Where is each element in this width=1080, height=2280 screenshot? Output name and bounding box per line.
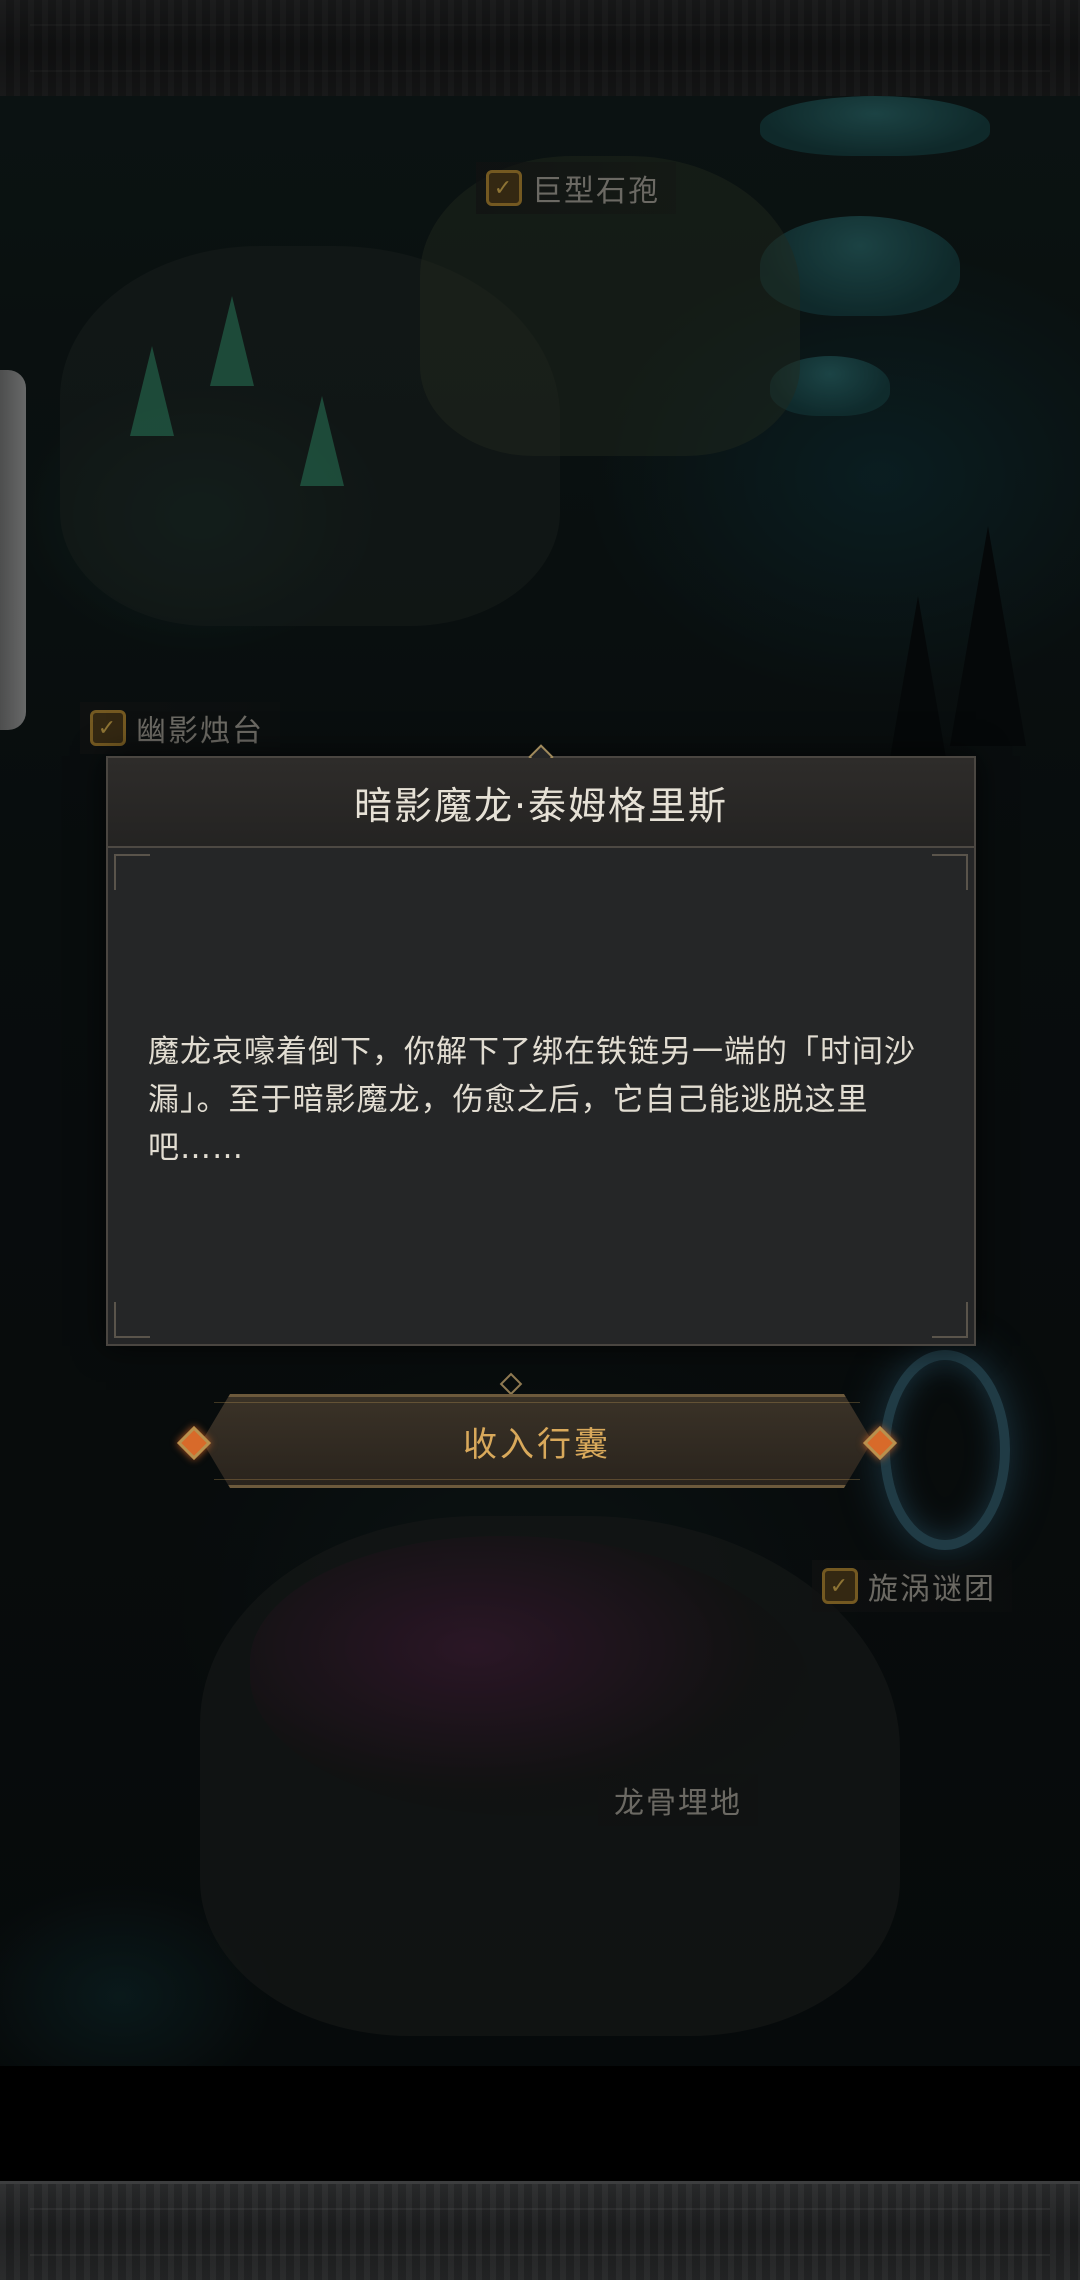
gem-icon: [177, 1426, 211, 1460]
game-screen: ✓ 巨型石孢 ✓ 幽影烛台 ✓ 旋涡谜团 龙骨埋地 暗影魔龙·泰姆格里斯 魔龙哀…: [0, 0, 1080, 2280]
put-in-bag-button[interactable]: 收入行囊: [174, 1394, 900, 1488]
corner-ornament: [932, 854, 968, 890]
bottom-ornate-bar: [0, 2181, 1080, 2280]
bottom-black-band: [0, 2066, 1080, 2184]
event-dialog: 暗影魔龙·泰姆格里斯 魔龙哀嚎着倒下，你解下了绑在铁链另一端的「时间沙漏」。至于…: [106, 744, 976, 1346]
button-label: 收入行囊: [463, 1424, 611, 1465]
dialog-body-text: 魔龙哀嚎着倒下，你解下了绑在铁链另一端的「时间沙漏」。至于暗影魔龙，伤愈之后，它…: [148, 1034, 916, 1166]
gem-icon: [863, 1426, 897, 1460]
corner-ornament: [114, 1302, 150, 1338]
dialog-header: 暗影魔龙·泰姆格里斯: [108, 758, 974, 848]
dialog-title: 暗影魔龙·泰姆格里斯: [353, 783, 729, 828]
corner-ornament: [114, 854, 150, 890]
corner-ornament: [932, 1302, 968, 1338]
